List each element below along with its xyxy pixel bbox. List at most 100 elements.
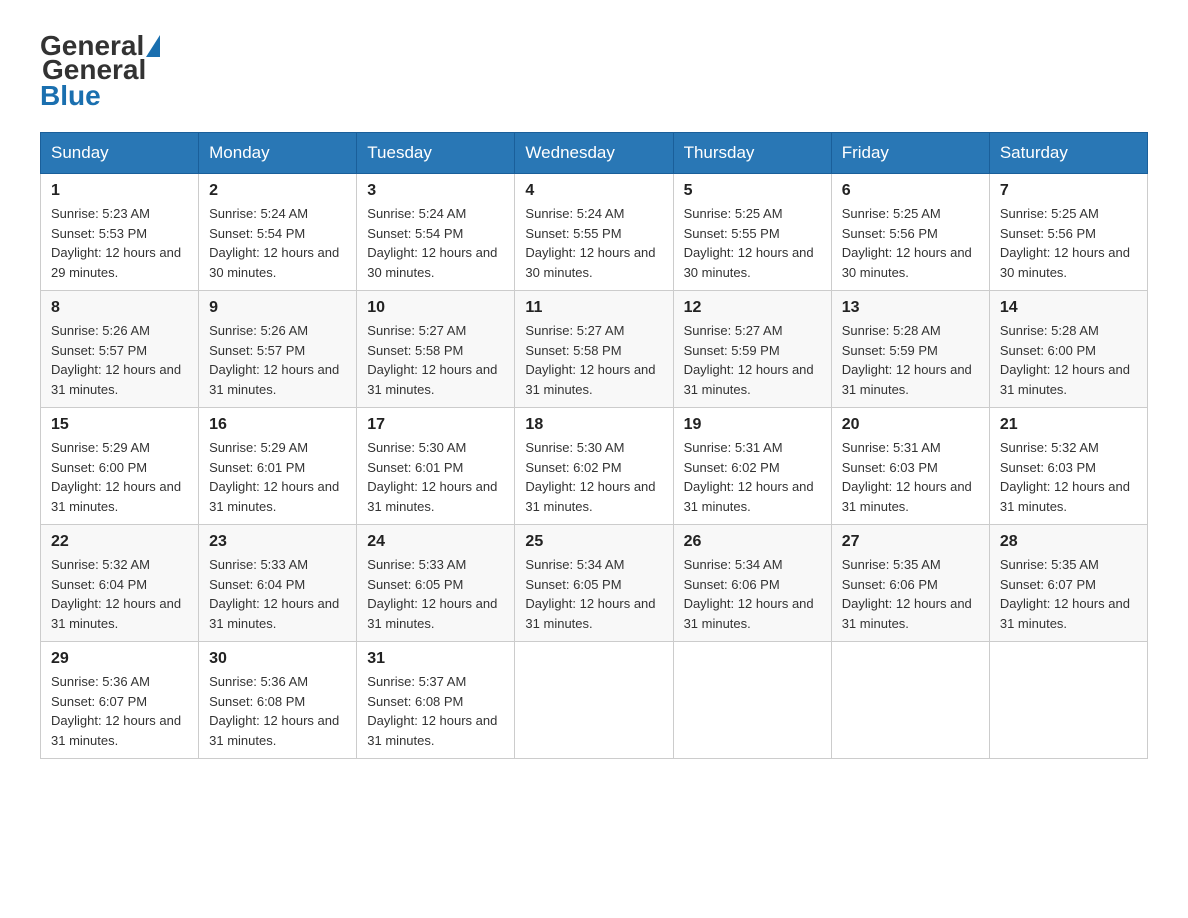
day-info: Sunrise: 5:32 AMSunset: 6:04 PMDaylight:… [51,557,181,631]
col-sunday: Sunday [41,133,199,174]
table-row: 12 Sunrise: 5:27 AMSunset: 5:59 PMDaylig… [673,291,831,408]
day-number: 17 [367,416,504,434]
table-row: 29 Sunrise: 5:36 AMSunset: 6:07 PMDaylig… [41,642,199,759]
day-number: 7 [1000,182,1137,200]
table-row: 2 Sunrise: 5:24 AMSunset: 5:54 PMDayligh… [199,174,357,291]
day-number: 9 [209,299,346,317]
day-number: 5 [684,182,821,200]
day-info: Sunrise: 5:35 AMSunset: 6:07 PMDaylight:… [1000,557,1130,631]
day-info: Sunrise: 5:25 AMSunset: 5:55 PMDaylight:… [684,206,814,280]
day-info: Sunrise: 5:23 AMSunset: 5:53 PMDaylight:… [51,206,181,280]
day-info: Sunrise: 5:29 AMSunset: 6:01 PMDaylight:… [209,440,339,514]
col-wednesday: Wednesday [515,133,673,174]
day-number: 12 [684,299,821,317]
table-row: 28 Sunrise: 5:35 AMSunset: 6:07 PMDaylig… [989,525,1147,642]
table-row: 6 Sunrise: 5:25 AMSunset: 5:56 PMDayligh… [831,174,989,291]
logo-blue-text: Blue [40,80,101,112]
logo-triangle-icon [146,35,160,57]
day-number: 13 [842,299,979,317]
col-friday: Friday [831,133,989,174]
day-number: 19 [684,416,821,434]
day-info: Sunrise: 5:27 AMSunset: 5:58 PMDaylight:… [367,323,497,397]
table-row: 8 Sunrise: 5:26 AMSunset: 5:57 PMDayligh… [41,291,199,408]
day-number: 18 [525,416,662,434]
table-row: 7 Sunrise: 5:25 AMSunset: 5:56 PMDayligh… [989,174,1147,291]
day-info: Sunrise: 5:32 AMSunset: 6:03 PMDaylight:… [1000,440,1130,514]
table-row: 1 Sunrise: 5:23 AMSunset: 5:53 PMDayligh… [41,174,199,291]
table-row: 27 Sunrise: 5:35 AMSunset: 6:06 PMDaylig… [831,525,989,642]
table-row: 5 Sunrise: 5:25 AMSunset: 5:55 PMDayligh… [673,174,831,291]
table-row: 19 Sunrise: 5:31 AMSunset: 6:02 PMDaylig… [673,408,831,525]
day-number: 16 [209,416,346,434]
calendar-week-row: 1 Sunrise: 5:23 AMSunset: 5:53 PMDayligh… [41,174,1148,291]
table-row [673,642,831,759]
table-row: 10 Sunrise: 5:27 AMSunset: 5:58 PMDaylig… [357,291,515,408]
day-info: Sunrise: 5:34 AMSunset: 6:06 PMDaylight:… [684,557,814,631]
day-number: 6 [842,182,979,200]
day-number: 30 [209,650,346,668]
calendar-week-row: 22 Sunrise: 5:32 AMSunset: 6:04 PMDaylig… [41,525,1148,642]
day-number: 28 [1000,533,1137,551]
table-row: 18 Sunrise: 5:30 AMSunset: 6:02 PMDaylig… [515,408,673,525]
table-row [515,642,673,759]
day-info: Sunrise: 5:25 AMSunset: 5:56 PMDaylight:… [842,206,972,280]
table-row: 22 Sunrise: 5:32 AMSunset: 6:04 PMDaylig… [41,525,199,642]
day-number: 31 [367,650,504,668]
day-info: Sunrise: 5:26 AMSunset: 5:57 PMDaylight:… [51,323,181,397]
table-row [831,642,989,759]
page-header: General General Blue [40,30,1148,112]
table-row: 30 Sunrise: 5:36 AMSunset: 6:08 PMDaylig… [199,642,357,759]
day-number: 21 [1000,416,1137,434]
table-row: 4 Sunrise: 5:24 AMSunset: 5:55 PMDayligh… [515,174,673,291]
day-info: Sunrise: 5:26 AMSunset: 5:57 PMDaylight:… [209,323,339,397]
day-info: Sunrise: 5:24 AMSunset: 5:55 PMDaylight:… [525,206,655,280]
day-number: 4 [525,182,662,200]
day-info: Sunrise: 5:24 AMSunset: 5:54 PMDaylight:… [367,206,497,280]
day-info: Sunrise: 5:33 AMSunset: 6:04 PMDaylight:… [209,557,339,631]
table-row: 17 Sunrise: 5:30 AMSunset: 6:01 PMDaylig… [357,408,515,525]
calendar-week-row: 29 Sunrise: 5:36 AMSunset: 6:07 PMDaylig… [41,642,1148,759]
day-number: 22 [51,533,188,551]
day-info: Sunrise: 5:37 AMSunset: 6:08 PMDaylight:… [367,674,497,748]
logo-area: General General Blue [40,30,162,112]
day-number: 3 [367,182,504,200]
day-info: Sunrise: 5:34 AMSunset: 6:05 PMDaylight:… [525,557,655,631]
col-monday: Monday [199,133,357,174]
day-info: Sunrise: 5:31 AMSunset: 6:02 PMDaylight:… [684,440,814,514]
day-info: Sunrise: 5:28 AMSunset: 5:59 PMDaylight:… [842,323,972,397]
table-row: 20 Sunrise: 5:31 AMSunset: 6:03 PMDaylig… [831,408,989,525]
day-number: 27 [842,533,979,551]
calendar-week-row: 15 Sunrise: 5:29 AMSunset: 6:00 PMDaylig… [41,408,1148,525]
day-number: 26 [684,533,821,551]
table-row: 25 Sunrise: 5:34 AMSunset: 6:05 PMDaylig… [515,525,673,642]
table-row: 21 Sunrise: 5:32 AMSunset: 6:03 PMDaylig… [989,408,1147,525]
day-number: 1 [51,182,188,200]
day-number: 14 [1000,299,1137,317]
col-tuesday: Tuesday [357,133,515,174]
col-thursday: Thursday [673,133,831,174]
day-number: 11 [525,299,662,317]
table-row: 26 Sunrise: 5:34 AMSunset: 6:06 PMDaylig… [673,525,831,642]
table-row: 15 Sunrise: 5:29 AMSunset: 6:00 PMDaylig… [41,408,199,525]
day-info: Sunrise: 5:35 AMSunset: 6:06 PMDaylight:… [842,557,972,631]
day-number: 20 [842,416,979,434]
day-info: Sunrise: 5:28 AMSunset: 6:00 PMDaylight:… [1000,323,1130,397]
table-row: 11 Sunrise: 5:27 AMSunset: 5:58 PMDaylig… [515,291,673,408]
day-number: 25 [525,533,662,551]
calendar-week-row: 8 Sunrise: 5:26 AMSunset: 5:57 PMDayligh… [41,291,1148,408]
col-saturday: Saturday [989,133,1147,174]
day-info: Sunrise: 5:36 AMSunset: 6:07 PMDaylight:… [51,674,181,748]
table-row: 3 Sunrise: 5:24 AMSunset: 5:54 PMDayligh… [357,174,515,291]
table-row: 23 Sunrise: 5:33 AMSunset: 6:04 PMDaylig… [199,525,357,642]
table-row: 24 Sunrise: 5:33 AMSunset: 6:05 PMDaylig… [357,525,515,642]
day-number: 10 [367,299,504,317]
day-info: Sunrise: 5:30 AMSunset: 6:01 PMDaylight:… [367,440,497,514]
day-info: Sunrise: 5:31 AMSunset: 6:03 PMDaylight:… [842,440,972,514]
day-info: Sunrise: 5:27 AMSunset: 5:58 PMDaylight:… [525,323,655,397]
table-row: 16 Sunrise: 5:29 AMSunset: 6:01 PMDaylig… [199,408,357,525]
day-info: Sunrise: 5:24 AMSunset: 5:54 PMDaylight:… [209,206,339,280]
table-row: 9 Sunrise: 5:26 AMSunset: 5:57 PMDayligh… [199,291,357,408]
day-number: 24 [367,533,504,551]
day-info: Sunrise: 5:27 AMSunset: 5:59 PMDaylight:… [684,323,814,397]
day-number: 8 [51,299,188,317]
